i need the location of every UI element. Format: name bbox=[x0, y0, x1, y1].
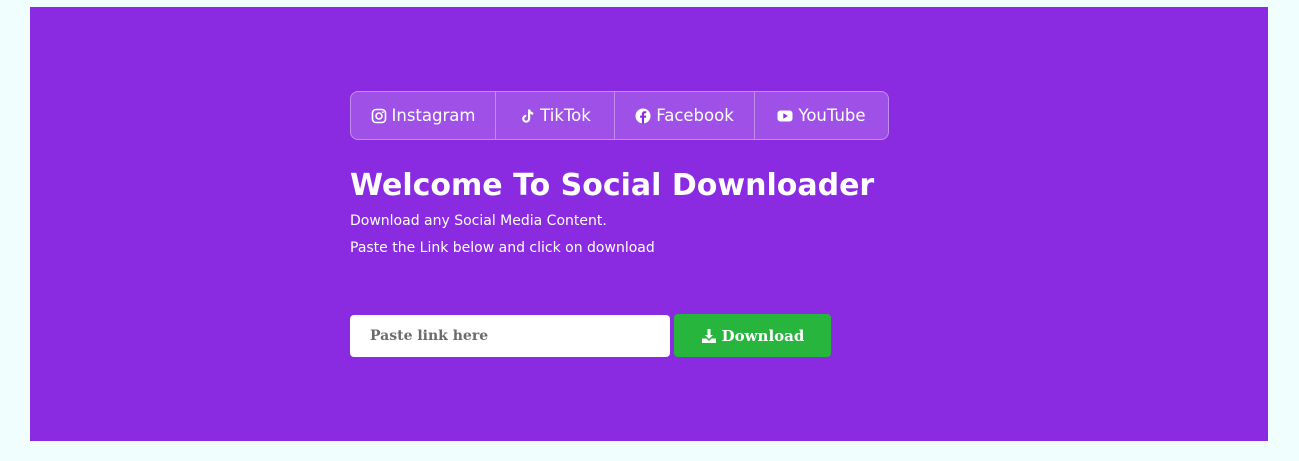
youtube-icon bbox=[777, 108, 793, 124]
tab-youtube[interactable]: YouTube bbox=[755, 92, 888, 139]
tiktok-icon bbox=[519, 108, 535, 124]
link-input[interactable] bbox=[350, 315, 670, 357]
download-icon bbox=[701, 328, 717, 344]
instagram-icon bbox=[371, 108, 387, 124]
facebook-icon bbox=[635, 108, 651, 124]
tab-label: Facebook bbox=[656, 106, 734, 125]
tab-label: Instagram bbox=[391, 106, 476, 125]
tab-label: YouTube bbox=[798, 106, 866, 125]
download-label: Download bbox=[721, 326, 805, 345]
hero-banner: Instagram TikTok Facebook YouTube Welcom… bbox=[30, 7, 1268, 441]
download-button[interactable]: Download bbox=[674, 314, 831, 357]
tab-tiktok[interactable]: TikTok bbox=[496, 92, 615, 139]
tab-label: TikTok bbox=[540, 106, 591, 125]
page-title: Welcome To Social Downloader bbox=[350, 168, 875, 203]
subtitle-line-1: Download any Social Media Content. bbox=[350, 213, 607, 229]
platform-tabs: Instagram TikTok Facebook YouTube bbox=[350, 91, 889, 140]
tab-facebook[interactable]: Facebook bbox=[615, 92, 755, 139]
subtitle-line-2: Paste the Link below and click on downlo… bbox=[350, 240, 655, 256]
tab-instagram[interactable]: Instagram bbox=[351, 92, 496, 139]
